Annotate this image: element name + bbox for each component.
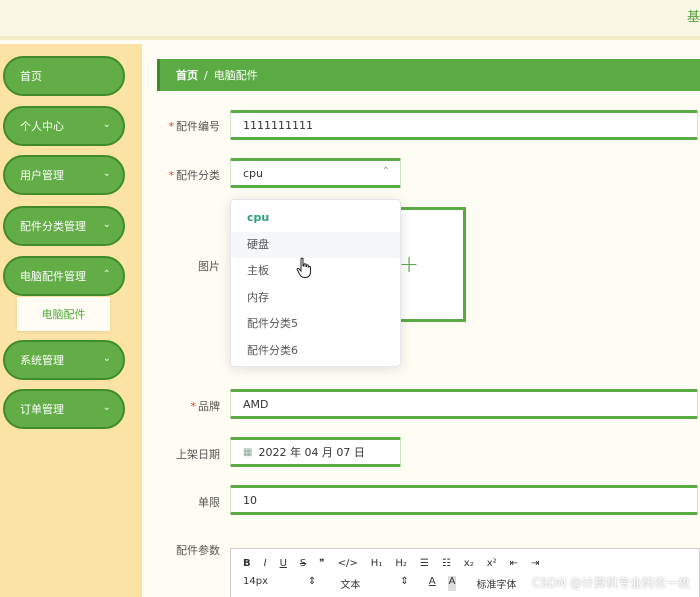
chevron-down-icon: ⌄ [102, 402, 111, 413]
sidebar-item-category-management[interactable]: 配件分类管理 ⌄ [3, 206, 125, 246]
category-select[interactable]: cpu ⌃ [230, 158, 401, 188]
editor-toolbar-row-2: 14px ⇕ 文本 ⇕ A A 标准字体 [243, 576, 516, 591]
font-size-arrow-icon: ⇕ [308, 576, 317, 587]
sidebar-item-label: 个人中心 [20, 120, 64, 133]
required-mark: * [168, 169, 175, 182]
top-bar: 基 [0, 0, 700, 40]
limit-input[interactable]: 10 [230, 485, 698, 515]
chevron-down-icon: ⌄ [102, 219, 111, 230]
sidebar-item-user-management[interactable]: 用户管理 ⌄ [3, 155, 125, 195]
sidebar-item-label: 首页 [20, 70, 42, 83]
dropdown-option-memory[interactable]: 内存 [231, 285, 400, 312]
listed-date-label: 上架日期 [176, 448, 220, 461]
calendar-icon: ▦ [243, 446, 253, 458]
font-size-select[interactable]: 14px [243, 576, 268, 591]
sidebar-item-label: 系统管理 [20, 354, 64, 367]
category-label-text: 配件分类 [176, 169, 220, 182]
outdent-button[interactable]: ⇤ [510, 558, 518, 569]
italic-button[interactable]: I [264, 558, 267, 569]
bullet-list-button[interactable]: ☷ [442, 558, 451, 569]
breadcrumb-separator: / [204, 68, 208, 82]
brand-label: * 品牌 [160, 398, 221, 414]
breadcrumb-current: 电脑配件 [213, 69, 258, 82]
part-number-label-text: 配件编号 [176, 120, 220, 133]
format-select[interactable]: 文本 [340, 576, 360, 591]
chevron-up-icon: ⌃ [102, 269, 111, 280]
chevron-up-icon: ⌃ [381, 166, 390, 177]
dropdown-option-category6[interactable]: 配件分类6 [231, 338, 400, 365]
header1-button[interactable]: H₁ [371, 558, 383, 569]
sidebar-item-order-management[interactable]: 订单管理 ⌄ [3, 389, 125, 429]
dropdown-option-motherboard[interactable]: 主板 [231, 258, 400, 285]
bold-button[interactable]: B [243, 558, 251, 569]
hand-cursor-icon [296, 257, 311, 278]
underline-button[interactable]: U [280, 558, 287, 569]
code-block-button[interactable]: </> [338, 558, 358, 569]
plus-icon: + [399, 250, 420, 278]
sidebar-item-personal-center[interactable]: 个人中心 ⌄ [3, 106, 125, 146]
required-mark: * [168, 120, 175, 133]
category-label: * 配件分类 [160, 167, 221, 183]
sidebar-item-label: 配件分类管理 [20, 220, 86, 233]
part-number-label: * 配件编号 [160, 118, 221, 134]
sidebar-item-home[interactable]: 首页 [3, 56, 125, 96]
sidebar-item-system-management[interactable]: 系统管理 ⌄ [3, 340, 125, 380]
sidebar-item-label: 电脑配件管理 [20, 270, 86, 283]
top-bar-title: 基 [686, 10, 700, 25]
category-dropdown: cpu 硬盘 主板 内存 配件分类5 配件分类6 [230, 199, 401, 367]
blockquote-button[interactable]: ❞ [319, 558, 324, 569]
font-family-select[interactable]: 标准字体 [476, 576, 516, 591]
editor-toolbar-row-1: B I U S ❞ </> H₁ H₂ ☰ ☷ x₂ x² ⇤ ⇥ [243, 558, 552, 569]
image-upload[interactable]: + [399, 207, 466, 322]
watermark: CSDN @计算机专业码农一枚 [531, 576, 690, 590]
chevron-down-icon: ⌄ [102, 353, 111, 364]
ordered-list-button[interactable]: ☰ [420, 558, 429, 569]
sidebar-item-label: 订单管理 [20, 403, 64, 416]
dropdown-option-hard-disk[interactable]: 硬盘 [231, 231, 400, 258]
sidebar-item-parts-management[interactable]: 电脑配件管理 ⌃ [3, 256, 125, 296]
background-color-button[interactable]: A [447, 576, 457, 591]
dropdown-option-category5[interactable]: 配件分类5 [231, 311, 400, 338]
listed-date-picker[interactable]: ▦ 2022 年 04 月 07 日 [230, 437, 401, 467]
brand-label-text: 品牌 [198, 400, 220, 413]
chevron-down-icon: ⌄ [102, 168, 111, 179]
params-label: 配件参数 [176, 544, 220, 557]
dropdown-option-cpu[interactable]: cpu [231, 205, 400, 232]
chevron-down-icon: ⌄ [102, 119, 111, 130]
breadcrumb-home[interactable]: 首页 [176, 67, 198, 83]
breadcrumb: 首页 / 电脑配件 [157, 59, 700, 91]
required-mark: * [190, 400, 197, 413]
image-label: 图片 [198, 260, 220, 273]
superscript-button[interactable]: x² [487, 558, 497, 569]
strike-button[interactable]: S [300, 558, 306, 569]
font-color-button[interactable]: A [429, 576, 436, 591]
header2-button[interactable]: H₂ [395, 558, 407, 569]
subscript-button[interactable]: x₂ [464, 558, 474, 569]
submenu-item-computer-parts[interactable]: 电脑配件 [17, 297, 110, 331]
category-select-value: cpu [243, 166, 264, 180]
format-arrow-icon: ⇕ [400, 576, 409, 587]
brand-input[interactable]: AMD [230, 389, 698, 419]
sidebar-item-label: 用户管理 [20, 169, 64, 182]
part-number-input[interactable]: 1111111111 [230, 110, 698, 140]
indent-button[interactable]: ⇥ [531, 558, 539, 569]
limit-label: 单限 [198, 496, 220, 509]
listed-date-value: 2022 年 04 月 07 日 [258, 446, 365, 459]
